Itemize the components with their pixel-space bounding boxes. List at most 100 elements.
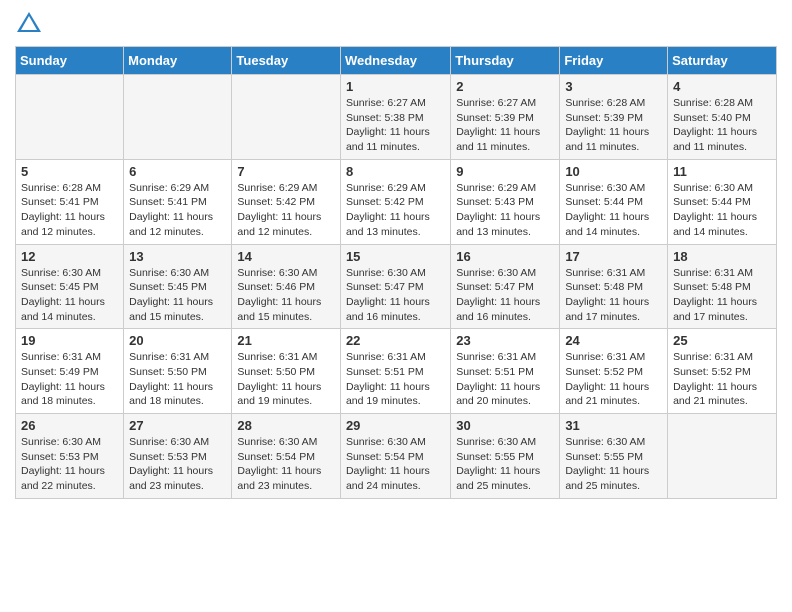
cell-content: Sunrise: 6:30 AM Sunset: 5:44 PM Dayligh… [673, 181, 771, 240]
calendar-cell: 2 Sunrise: 6:27 AM Sunset: 5:39 PM Dayli… [451, 75, 560, 160]
sunset-text: Sunset: 5:39 PM [456, 112, 534, 124]
calendar-cell: 19 Sunrise: 6:31 AM Sunset: 5:49 PM Dayl… [16, 329, 124, 414]
calendar-cell: 29 Sunrise: 6:30 AM Sunset: 5:54 PM Dayl… [340, 414, 450, 499]
daylight-text: Daylight: 11 hours and 11 minutes. [456, 126, 540, 153]
sunset-text: Sunset: 5:52 PM [673, 366, 751, 378]
day-header-friday: Friday [560, 47, 668, 75]
logo-icon [15, 10, 43, 38]
cell-content: Sunrise: 6:30 AM Sunset: 5:54 PM Dayligh… [237, 435, 335, 494]
cell-content: Sunrise: 6:31 AM Sunset: 5:48 PM Dayligh… [673, 266, 771, 325]
cell-content: Sunrise: 6:28 AM Sunset: 5:39 PM Dayligh… [565, 96, 662, 155]
cell-content: Sunrise: 6:30 AM Sunset: 5:54 PM Dayligh… [346, 435, 445, 494]
calendar-cell: 31 Sunrise: 6:30 AM Sunset: 5:55 PM Dayl… [560, 414, 668, 499]
cell-content: Sunrise: 6:29 AM Sunset: 5:42 PM Dayligh… [237, 181, 335, 240]
day-number: 31 [565, 418, 662, 433]
calendar-cell: 10 Sunrise: 6:30 AM Sunset: 5:44 PM Dayl… [560, 159, 668, 244]
sunrise-text: Sunrise: 6:28 AM [673, 97, 753, 109]
calendar-cell [16, 75, 124, 160]
daylight-text: Daylight: 11 hours and 15 minutes. [237, 296, 321, 323]
cell-content: Sunrise: 6:29 AM Sunset: 5:43 PM Dayligh… [456, 181, 554, 240]
daylight-text: Daylight: 11 hours and 13 minutes. [346, 211, 430, 238]
sunset-text: Sunset: 5:44 PM [673, 196, 751, 208]
day-number: 30 [456, 418, 554, 433]
cell-content: Sunrise: 6:30 AM Sunset: 5:55 PM Dayligh… [565, 435, 662, 494]
day-number: 1 [346, 79, 445, 94]
day-header-saturday: Saturday [668, 47, 777, 75]
daylight-text: Daylight: 11 hours and 12 minutes. [129, 211, 213, 238]
calendar-cell: 11 Sunrise: 6:30 AM Sunset: 5:44 PM Dayl… [668, 159, 777, 244]
day-header-wednesday: Wednesday [340, 47, 450, 75]
sunset-text: Sunset: 5:51 PM [346, 366, 424, 378]
day-header-tuesday: Tuesday [232, 47, 341, 75]
cell-content: Sunrise: 6:31 AM Sunset: 5:50 PM Dayligh… [129, 350, 226, 409]
calendar-cell: 4 Sunrise: 6:28 AM Sunset: 5:40 PM Dayli… [668, 75, 777, 160]
cell-content: Sunrise: 6:30 AM Sunset: 5:55 PM Dayligh… [456, 435, 554, 494]
daylight-text: Daylight: 11 hours and 18 minutes. [21, 381, 105, 408]
day-number: 3 [565, 79, 662, 94]
daylight-text: Daylight: 11 hours and 11 minutes. [346, 126, 430, 153]
calendar-cell: 9 Sunrise: 6:29 AM Sunset: 5:43 PM Dayli… [451, 159, 560, 244]
day-number: 21 [237, 333, 335, 348]
cell-content: Sunrise: 6:31 AM Sunset: 5:51 PM Dayligh… [346, 350, 445, 409]
day-number: 16 [456, 249, 554, 264]
calendar-cell: 3 Sunrise: 6:28 AM Sunset: 5:39 PM Dayli… [560, 75, 668, 160]
sunset-text: Sunset: 5:49 PM [21, 366, 99, 378]
day-header-thursday: Thursday [451, 47, 560, 75]
day-number: 15 [346, 249, 445, 264]
sunrise-text: Sunrise: 6:31 AM [346, 351, 426, 363]
cell-content: Sunrise: 6:30 AM Sunset: 5:47 PM Dayligh… [346, 266, 445, 325]
day-number: 6 [129, 164, 226, 179]
calendar-cell: 22 Sunrise: 6:31 AM Sunset: 5:51 PM Dayl… [340, 329, 450, 414]
daylight-text: Daylight: 11 hours and 15 minutes. [129, 296, 213, 323]
cell-content: Sunrise: 6:31 AM Sunset: 5:48 PM Dayligh… [565, 266, 662, 325]
calendar-cell: 24 Sunrise: 6:31 AM Sunset: 5:52 PM Dayl… [560, 329, 668, 414]
sunset-text: Sunset: 5:47 PM [456, 281, 534, 293]
calendar-cell: 28 Sunrise: 6:30 AM Sunset: 5:54 PM Dayl… [232, 414, 341, 499]
sunset-text: Sunset: 5:53 PM [129, 451, 207, 463]
sunset-text: Sunset: 5:41 PM [21, 196, 99, 208]
sunrise-text: Sunrise: 6:30 AM [565, 182, 645, 194]
sunrise-text: Sunrise: 6:30 AM [129, 436, 209, 448]
day-number: 5 [21, 164, 118, 179]
sunrise-text: Sunrise: 6:30 AM [129, 267, 209, 279]
daylight-text: Daylight: 11 hours and 23 minutes. [237, 465, 321, 492]
sunrise-text: Sunrise: 6:31 AM [237, 351, 317, 363]
daylight-text: Daylight: 11 hours and 19 minutes. [237, 381, 321, 408]
day-number: 18 [673, 249, 771, 264]
calendar-week-row: 12 Sunrise: 6:30 AM Sunset: 5:45 PM Dayl… [16, 244, 777, 329]
sunrise-text: Sunrise: 6:28 AM [565, 97, 645, 109]
sunset-text: Sunset: 5:44 PM [565, 196, 643, 208]
cell-content: Sunrise: 6:30 AM Sunset: 5:53 PM Dayligh… [129, 435, 226, 494]
cell-content: Sunrise: 6:29 AM Sunset: 5:41 PM Dayligh… [129, 181, 226, 240]
day-number: 4 [673, 79, 771, 94]
cell-content: Sunrise: 6:31 AM Sunset: 5:51 PM Dayligh… [456, 350, 554, 409]
sunrise-text: Sunrise: 6:30 AM [346, 436, 426, 448]
daylight-text: Daylight: 11 hours and 11 minutes. [565, 126, 649, 153]
cell-content: Sunrise: 6:31 AM Sunset: 5:50 PM Dayligh… [237, 350, 335, 409]
cell-content: Sunrise: 6:28 AM Sunset: 5:40 PM Dayligh… [673, 96, 771, 155]
day-number: 12 [21, 249, 118, 264]
cell-content: Sunrise: 6:31 AM Sunset: 5:52 PM Dayligh… [565, 350, 662, 409]
cell-content: Sunrise: 6:31 AM Sunset: 5:49 PM Dayligh… [21, 350, 118, 409]
logo [15, 10, 47, 38]
day-number: 2 [456, 79, 554, 94]
calendar-cell [232, 75, 341, 160]
sunset-text: Sunset: 5:48 PM [673, 281, 751, 293]
sunrise-text: Sunrise: 6:30 AM [237, 436, 317, 448]
calendar-cell [124, 75, 232, 160]
sunrise-text: Sunrise: 6:29 AM [129, 182, 209, 194]
sunrise-text: Sunrise: 6:31 AM [21, 351, 101, 363]
daylight-text: Daylight: 11 hours and 25 minutes. [565, 465, 649, 492]
sunrise-text: Sunrise: 6:29 AM [456, 182, 536, 194]
sunrise-text: Sunrise: 6:31 AM [673, 267, 753, 279]
day-number: 22 [346, 333, 445, 348]
cell-content: Sunrise: 6:29 AM Sunset: 5:42 PM Dayligh… [346, 181, 445, 240]
daylight-text: Daylight: 11 hours and 16 minutes. [456, 296, 540, 323]
daylight-text: Daylight: 11 hours and 13 minutes. [456, 211, 540, 238]
sunset-text: Sunset: 5:53 PM [21, 451, 99, 463]
daylight-text: Daylight: 11 hours and 12 minutes. [237, 211, 321, 238]
sunset-text: Sunset: 5:54 PM [346, 451, 424, 463]
day-number: 23 [456, 333, 554, 348]
sunrise-text: Sunrise: 6:31 AM [673, 351, 753, 363]
calendar-cell: 30 Sunrise: 6:30 AM Sunset: 5:55 PM Dayl… [451, 414, 560, 499]
